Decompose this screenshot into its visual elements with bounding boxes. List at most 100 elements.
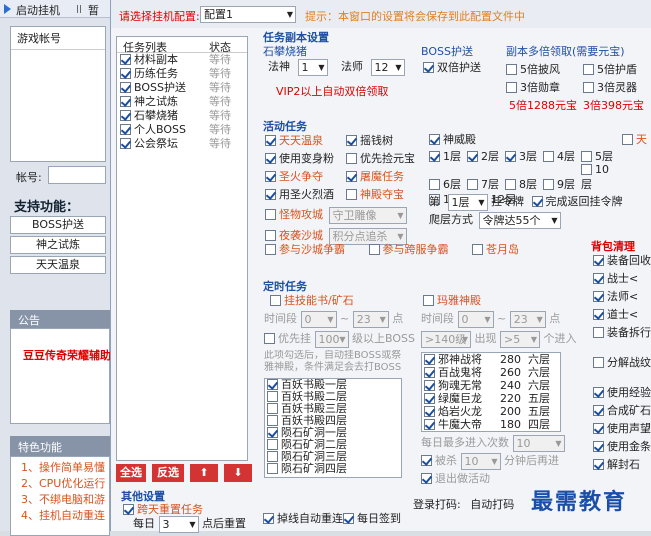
task-row[interactable]: 历练任务 等待 bbox=[117, 67, 247, 81]
account-list[interactable]: 游戏帐号 bbox=[10, 26, 106, 162]
inverse-select-button[interactable]: 反选 bbox=[152, 464, 184, 482]
daily-max-select[interactable]: 10 ▼ bbox=[512, 434, 565, 452]
signin-checkbox[interactable]: 每日签到 bbox=[343, 510, 401, 528]
pause-button[interactable]: 暂 bbox=[88, 2, 99, 18]
count-select[interactable]: >5 ▼ bbox=[500, 330, 540, 348]
boss-list[interactable]: 邪神战将 280 六层 百战鬼将 260 六层 狗魂无常 240 六层 绿魔巨龙 220 五层 焰岩火龙… bbox=[421, 352, 561, 432]
boss-item[interactable]: 邪神战将 280 六层 bbox=[422, 353, 560, 366]
bag-option[interactable]: 装备拆行 bbox=[593, 324, 651, 354]
place-item[interactable]: 陨石矿洞四层 bbox=[265, 463, 401, 475]
time-to-select[interactable]: 23 ▼ bbox=[352, 310, 389, 328]
support-title: 支持功能： bbox=[14, 200, 80, 215]
reset-hour-select[interactable]: 3 ▼ bbox=[158, 515, 199, 533]
activity-option[interactable]: 怪物攻城 守卫雕像 ▼ bbox=[265, 206, 407, 224]
bag-option[interactable]: 道士< bbox=[593, 306, 651, 324]
checkbox-icon bbox=[267, 439, 278, 450]
time-from-select[interactable]: 0 ▼ bbox=[300, 310, 337, 328]
move-down-button[interactable]: ⬇ bbox=[224, 464, 252, 482]
bag-label: 使用声望 bbox=[607, 422, 651, 435]
select-all-button[interactable]: 全选 bbox=[116, 464, 146, 482]
checkbox-icon[interactable] bbox=[264, 333, 275, 344]
floor-option[interactable]: 10层 bbox=[581, 163, 619, 191]
boss-floor: 五层 bbox=[528, 392, 550, 405]
fashi-select[interactable]: 12 ▼ bbox=[370, 58, 405, 76]
checkbox-icon[interactable] bbox=[531, 196, 543, 207]
fashi-value: 12 bbox=[374, 60, 389, 74]
account-input[interactable] bbox=[48, 166, 106, 184]
priority-select[interactable]: 100 ▼ bbox=[314, 330, 349, 348]
multi-reward-option[interactable]: 5倍护盾 bbox=[583, 61, 637, 79]
floor-option[interactable]: 2层 bbox=[467, 148, 505, 163]
floor-select[interactable]: 1层 ▼ bbox=[447, 193, 488, 211]
place-list[interactable]: 百妖书殿一层 百妖书殿二层 百妖书殿三层 百妖书殿四层 陨石矿洞一层 陨石矿洞二层 陨石矿洞… bbox=[264, 378, 402, 478]
double-escort-checkbox[interactable]: 双倍护送 bbox=[423, 59, 481, 77]
floor-option[interactable]: 7层 bbox=[467, 176, 505, 191]
task-row[interactable]: 材料副本 等待 bbox=[117, 53, 247, 67]
boss-item[interactable]: 绿魔巨龙 220 五层 bbox=[422, 392, 560, 405]
bag-option[interactable]: 解封石 bbox=[593, 456, 651, 474]
activity-option[interactable]: 摇钱树 bbox=[346, 132, 426, 150]
config-select[interactable]: 配置1 ▼ bbox=[200, 6, 296, 23]
task-row[interactable]: 石攀烧猪 等待 bbox=[117, 109, 247, 123]
time-from-select[interactable]: 0 ▼ bbox=[457, 310, 494, 328]
siege-select[interactable]: 守卫雕像 ▼ bbox=[328, 206, 407, 224]
bag-option[interactable]: 法师< bbox=[593, 288, 651, 306]
bag-option[interactable]: 战士< bbox=[593, 270, 651, 288]
maya-level-row: >140级 ▼ 出现 >5 ▼ 个进入 bbox=[421, 330, 581, 348]
daily-label: 每日 bbox=[133, 517, 155, 530]
boss-item[interactable]: 牛魔大帝 180 四层 bbox=[422, 418, 560, 431]
floor-option[interactable]: 6层 bbox=[429, 176, 467, 191]
bag-option[interactable]: 使用经验 bbox=[593, 384, 651, 402]
revive-select[interactable]: 10 ▼ bbox=[460, 452, 501, 470]
bag-option[interactable]: 使用金条 bbox=[593, 438, 651, 456]
task-row[interactable]: BOSS护送 等待 bbox=[117, 81, 247, 95]
tian-checkbox[interactable]: 天 bbox=[622, 131, 647, 149]
checkbox-icon[interactable] bbox=[472, 244, 483, 255]
disconnect-checkbox[interactable]: 掉线自动重连 bbox=[263, 510, 343, 528]
start-button[interactable]: 启动挂机 bbox=[16, 2, 60, 18]
fashen-select[interactable]: 1 ▼ bbox=[297, 58, 328, 76]
floor-option[interactable]: 4层 bbox=[543, 148, 581, 163]
task-row[interactable]: 公会祭坛 等待 bbox=[117, 137, 247, 151]
shenwei-checkbox[interactable]: 神威殿 bbox=[429, 131, 476, 149]
activity-col2: 摇钱树 优先捡元宝 屠魔任务 神殿夺宝 bbox=[346, 132, 426, 204]
boss-item[interactable]: 百战鬼将 260 六层 bbox=[422, 366, 560, 379]
task-list[interactable]: 任务列表 状态 材料副本 等待 历练任务 等待 BOSS护送 等待 神之试炼 等待 石攀烧猪 等待… bbox=[116, 36, 248, 461]
notice-body: 豆豆传奇荣耀辅助 bbox=[10, 328, 111, 424]
climb-select[interactable]: 令牌达55个 ▼ bbox=[478, 211, 561, 229]
task-row[interactable]: 个人BOSS 等待 bbox=[117, 123, 247, 137]
bag-option[interactable]: 分解战纹 bbox=[593, 354, 651, 384]
floor-option[interactable]: 1层 bbox=[429, 148, 467, 163]
floor-option[interactable]: 9层 bbox=[543, 176, 581, 191]
checkbox-icon[interactable] bbox=[421, 455, 432, 466]
floor-option[interactable]: 8层 bbox=[505, 176, 543, 191]
boss-item[interactable]: 狗魂无常 240 六层 bbox=[422, 379, 560, 392]
bag-option[interactable]: 使用声望 bbox=[593, 420, 651, 438]
bag-option[interactable]: 合成矿石 bbox=[593, 402, 651, 420]
maya-checkbox[interactable]: 玛雅神殿 bbox=[421, 292, 581, 310]
multi-reward-option[interactable]: 3倍灵器 bbox=[583, 79, 637, 97]
checkbox-icon[interactable] bbox=[265, 244, 276, 255]
bag-label: 装备拆行 bbox=[607, 326, 651, 339]
boss-item[interactable]: 焰岩火龙 200 五层 bbox=[422, 405, 560, 418]
task-row[interactable]: 神之试炼 等待 bbox=[117, 95, 247, 109]
checkbox-icon bbox=[429, 179, 440, 190]
activity-option[interactable]: 神殿夺宝 bbox=[346, 186, 426, 204]
skillbook-checkbox[interactable]: 挂技能书/矿石 bbox=[264, 292, 409, 310]
checkbox-icon bbox=[593, 423, 604, 434]
time-to-select[interactable]: 23 ▼ bbox=[509, 310, 546, 328]
floor-option[interactable]: 5层 bbox=[581, 148, 619, 163]
multi-reward-option[interactable]: 3倍勋章 bbox=[506, 79, 560, 97]
skillbook-panel: 挂技能书/矿石 时间段 0 ▼ ~ 23 ▼ 点 优先挂 100 ▼ 级以上BOSS … bbox=[264, 292, 415, 479]
checkbox-icon[interactable] bbox=[368, 244, 380, 255]
activity-option[interactable]: 优先捡元宝 bbox=[346, 150, 426, 168]
features-header: 特色功能 bbox=[10, 436, 110, 456]
login-value[interactable]: 自动打码 bbox=[470, 498, 514, 511]
bag-option[interactable]: 装备回收 bbox=[593, 252, 651, 270]
multi-reward-option[interactable]: 5倍披风 bbox=[506, 61, 560, 79]
move-up-button[interactable]: ⬆ bbox=[190, 464, 218, 482]
floor-option[interactable]: 3层 bbox=[505, 148, 543, 163]
level-select[interactable]: >140级 ▼ bbox=[421, 330, 471, 348]
checkbox-icon bbox=[593, 255, 604, 266]
activity-option[interactable]: 屠魔任务 bbox=[346, 168, 426, 186]
